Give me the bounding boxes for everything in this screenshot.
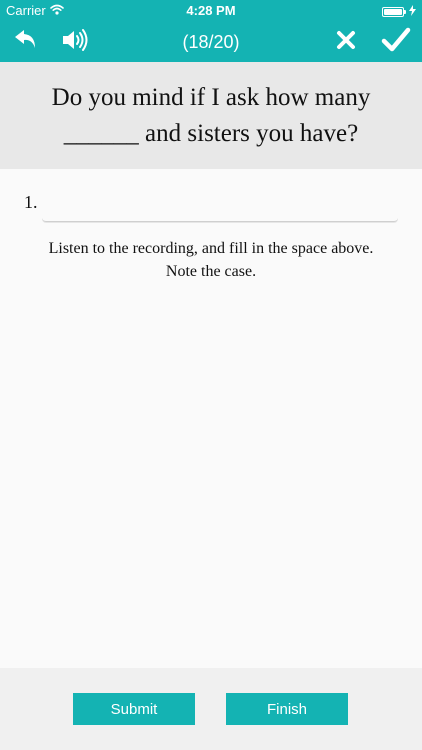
close-icon xyxy=(336,30,356,55)
bottom-bar: Submit Finish xyxy=(0,668,422,750)
submit-button[interactable]: Submit xyxy=(73,693,195,725)
nav-bar: (18/20) xyxy=(0,22,422,62)
checkmark-icon xyxy=(381,27,411,58)
status-bar: Carrier 4:28 PM xyxy=(0,0,422,22)
instructions-line-1: Listen to the recording, and fill in the… xyxy=(48,240,374,257)
answer-number: 1. xyxy=(24,192,38,212)
status-right xyxy=(382,4,416,19)
question-text: Do you mind if I ask how many ______ and… xyxy=(51,83,371,147)
answer-input[interactable] xyxy=(42,190,398,222)
instructions-line-2: Note the case. xyxy=(165,263,257,280)
question-panel: Do you mind if I ask how many ______ and… xyxy=(0,62,422,169)
answer-row: 1. xyxy=(24,190,398,224)
lightning-icon xyxy=(409,4,416,19)
battery-icon xyxy=(382,6,406,17)
instructions: Listen to the recording, and fill in the… xyxy=(0,237,422,283)
status-time: 4:28 PM xyxy=(186,3,236,18)
finish-button[interactable]: Finish xyxy=(226,693,348,725)
confirm-button[interactable] xyxy=(376,22,416,62)
close-button[interactable] xyxy=(326,22,366,62)
